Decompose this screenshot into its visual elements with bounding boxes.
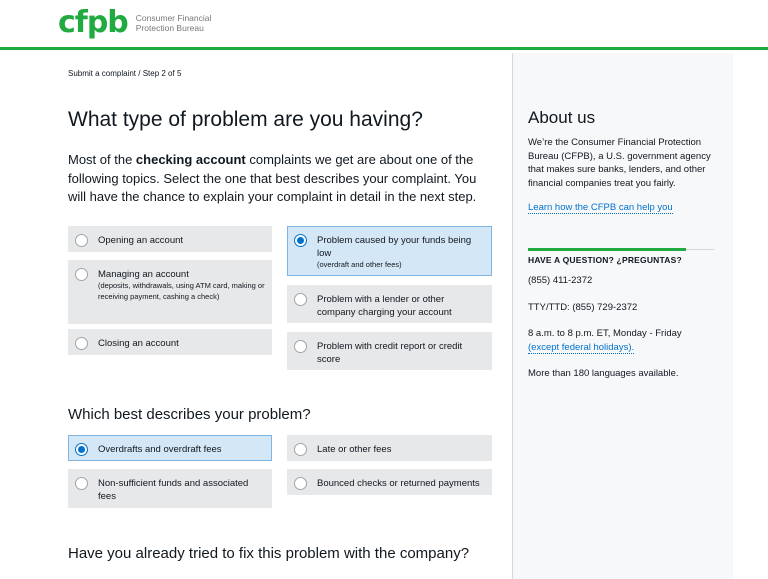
intro-product: checking account — [135, 152, 246, 167]
question-heading: HAVE A QUESTION? ¿PREGUNTAS? — [528, 255, 682, 265]
radio-button-selected[interactable] — [294, 234, 307, 247]
option-label: Opening an account — [98, 235, 184, 246]
intro-text: Most of the checking account complaints … — [68, 151, 478, 207]
option-late-fees[interactable]: Late or other fees — [287, 435, 492, 461]
option-label-main: Managing an account — [98, 269, 189, 280]
option-label: Managing an account (deposits, withdrawal… — [98, 268, 265, 302]
option-label: Bounced checks or returned payments — [317, 478, 480, 489]
option-label: Non-sufficient funds and associated fees — [98, 478, 249, 502]
subproblem-title: Which best describes your problem? — [68, 406, 311, 423]
radio-button[interactable] — [294, 477, 307, 490]
about-title: About us — [528, 108, 596, 127]
logo-mark: cfpb — [58, 5, 129, 40]
option-label: Overdrafts and overdraft fees — [98, 444, 222, 455]
intro-before: Most of the — [68, 152, 136, 167]
option-closing-account[interactable]: Closing an account — [68, 329, 272, 355]
option-label-sub: (deposits, withdrawals, using ATM card, … — [98, 281, 265, 301]
option-credit-report[interactable]: Problem with credit report or credit sco… — [287, 332, 492, 370]
option-label: Problem with a lender or other company c… — [317, 294, 452, 318]
divider-accent — [528, 248, 686, 251]
sidebar: About us We’re the Consumer Financial Pr… — [512, 53, 733, 579]
radio-button[interactable] — [294, 293, 307, 306]
holidays-link[interactable]: (except federal holidays). — [528, 342, 635, 354]
hours-text: 8 a.m. to 8 p.m. ET, Monday - Friday — [528, 328, 682, 339]
radio-button[interactable] — [294, 340, 307, 353]
logo-text: Consumer Financial Protection Bureau — [136, 13, 212, 33]
option-opening-account[interactable]: Opening an account — [68, 226, 272, 252]
phone-number[interactable]: (855) 411-2372 — [528, 275, 592, 286]
option-label: Late or other fees — [317, 444, 392, 455]
option-overdraft-fees[interactable]: Overdrafts and overdraft fees — [68, 435, 272, 461]
option-lender-charging[interactable]: Problem with a lender or other company c… — [287, 285, 492, 323]
fix-attempt-title: Have you already tried to fix this probl… — [68, 545, 470, 562]
option-nsf-fees[interactable]: Non-sufficient funds and associated fees — [68, 469, 272, 508]
radio-button[interactable] — [294, 443, 307, 456]
option-label: Problem with credit report or credit sco… — [317, 341, 463, 365]
option-label: Problem caused by your funds being low (o… — [317, 234, 485, 271]
learn-link[interactable]: Learn how the CFPB can help you — [528, 202, 673, 214]
option-bounced-checks[interactable]: Bounced checks or returned payments — [287, 469, 492, 495]
breadcrumb: Submit a complaint / Step 2 of 5 — [68, 69, 182, 78]
logo-line-2: Protection Bureau — [135, 23, 204, 33]
site-header: cfpb Consumer Financial Protection Burea… — [0, 0, 768, 50]
radio-button[interactable] — [75, 477, 88, 490]
about-text: We’re the Consumer Financial Protection … — [528, 137, 711, 189]
radio-button[interactable] — [75, 268, 88, 281]
radio-button[interactable] — [75, 337, 88, 350]
radio-button[interactable] — [75, 234, 88, 247]
radio-button-selected[interactable] — [75, 443, 88, 456]
option-label-sub: (overdraft and other fees) — [317, 260, 402, 269]
option-label: Closing an account — [98, 338, 179, 349]
option-managing-account[interactable]: Managing an account (deposits, withdrawal… — [68, 260, 272, 324]
option-funds-low[interactable]: Problem caused by your funds being low (o… — [287, 226, 492, 276]
logo-line-1: Consumer Financial — [135, 13, 212, 23]
tty-number[interactable]: TTY/TTD: (855) 729-2372 — [528, 302, 637, 313]
languages-text: More than 180 languages available. — [528, 368, 679, 379]
page-title: What type of problem are you having? — [68, 108, 423, 131]
cfpb-logo[interactable]: cfpb Consumer Financial Protection Burea… — [58, 8, 211, 38]
option-label-main: Problem caused by your funds being low — [317, 235, 472, 259]
